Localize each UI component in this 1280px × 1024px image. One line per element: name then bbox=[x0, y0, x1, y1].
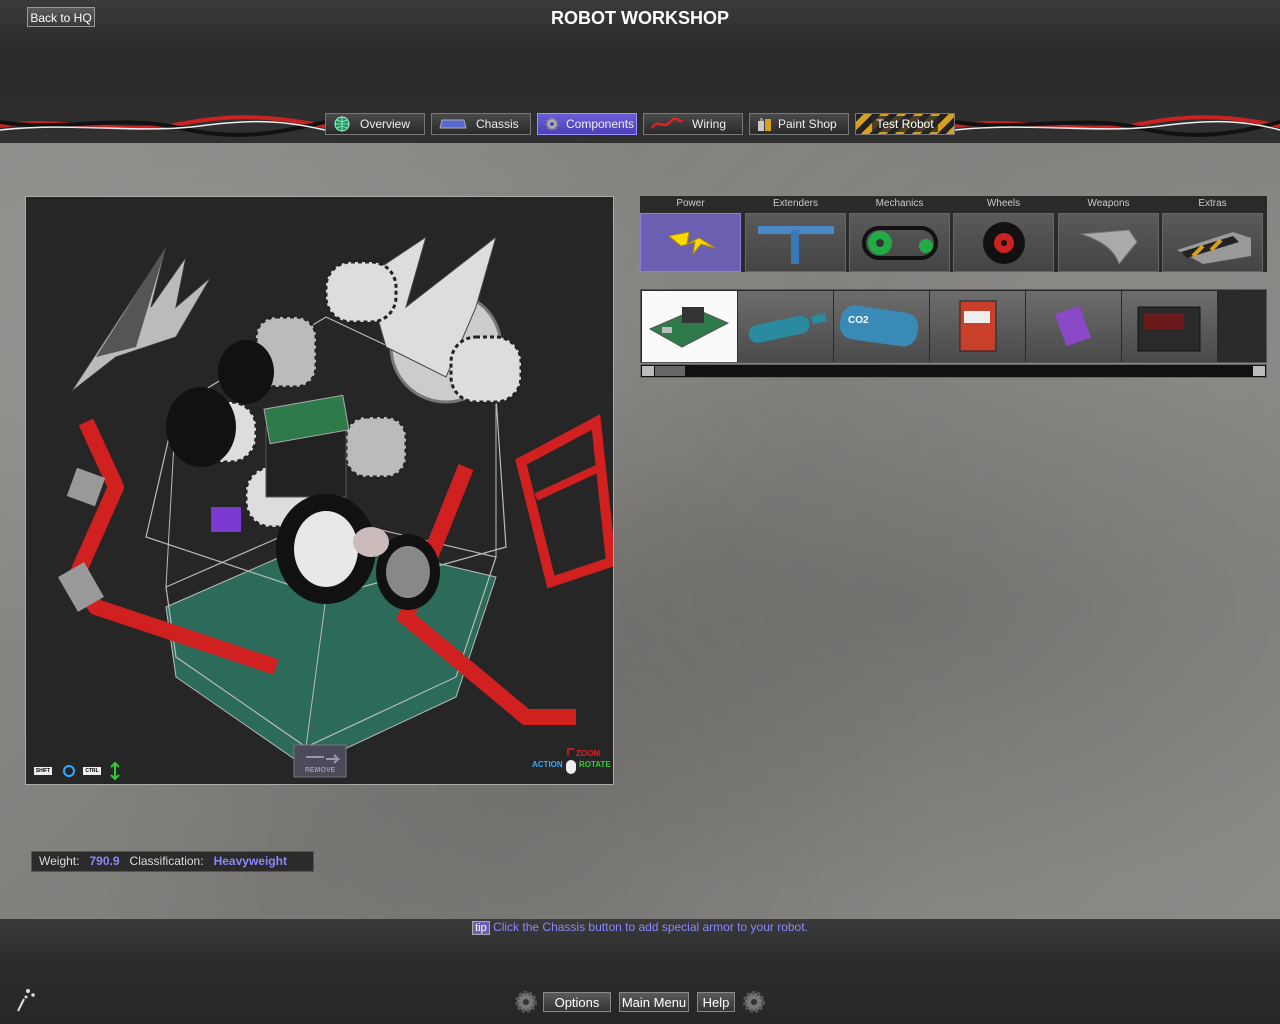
tip-text: Click the Chassis button to add special … bbox=[493, 920, 808, 934]
chain-drive-icon bbox=[862, 226, 938, 260]
tab-label: Paint Shop bbox=[778, 117, 837, 131]
part-battery-pack[interactable] bbox=[1026, 291, 1121, 362]
part-battery-red[interactable] bbox=[930, 291, 1025, 362]
globe-icon bbox=[334, 116, 350, 132]
part-circuit-board[interactable] bbox=[642, 291, 737, 362]
category-label: Mechanics bbox=[875, 198, 924, 209]
parts-list: CO2 bbox=[640, 289, 1267, 363]
tab-label: Test Robot bbox=[872, 116, 938, 132]
tab-paint-shop[interactable]: Paint Shop bbox=[749, 113, 849, 135]
rotate-hint: ROTATE bbox=[579, 760, 611, 769]
component-categories: Power Extenders Mechanics Wheels Weapons… bbox=[640, 196, 1267, 272]
circuit-board-icon bbox=[648, 307, 730, 348]
tab-label: Chassis bbox=[476, 117, 519, 131]
help-button[interactable]: Help bbox=[697, 992, 735, 1012]
co2-cylinder-icon bbox=[748, 313, 827, 343]
classification-value: Heavyweight bbox=[213, 854, 287, 868]
category-label: Power bbox=[676, 198, 705, 209]
tip-badge: tip bbox=[472, 921, 490, 935]
category-extras[interactable]: Extras bbox=[1162, 196, 1263, 272]
category-wheels[interactable]: Wheels bbox=[953, 196, 1054, 272]
loading-spinner-icon bbox=[17, 989, 35, 1012]
tip-bar: tip Click the Chassis button to add spec… bbox=[0, 920, 1280, 935]
gear-icon bbox=[743, 991, 765, 1013]
battery-red-icon bbox=[959, 300, 997, 352]
category-label: Extras bbox=[1198, 198, 1227, 209]
tab-label: Components bbox=[566, 117, 635, 131]
category-label: Weapons bbox=[1087, 198, 1130, 209]
zoom-hint: ZOOM bbox=[576, 749, 600, 758]
action-hint: ACTION bbox=[532, 760, 563, 769]
tab-components[interactable]: Components bbox=[537, 113, 637, 135]
tab-wiring[interactable]: Wiring bbox=[643, 113, 743, 135]
category-power[interactable]: Power bbox=[640, 196, 741, 272]
robot-3d-viewport[interactable]: SHIFT CTRL REMOVE ZOOM ACTION ROTATE bbox=[25, 196, 614, 785]
category-label: Wheels bbox=[986, 198, 1021, 209]
t-bar-icon bbox=[758, 226, 834, 264]
tab-overview[interactable]: Overview bbox=[325, 113, 425, 135]
weight-status: Weight: 790.9 Classification: Heavyweigh… bbox=[31, 851, 314, 872]
ctrl-key-hint: CTRL bbox=[85, 768, 99, 774]
part-co2-cylinder[interactable] bbox=[738, 291, 833, 362]
scroll-left-arrow[interactable] bbox=[642, 366, 654, 376]
category-weapons[interactable]: Weapons bbox=[1058, 196, 1159, 272]
wheel-icon bbox=[983, 222, 1025, 264]
battery-pack-icon bbox=[1054, 305, 1092, 347]
workshop-tabs: Overview Chassis Components Wiring Paint… bbox=[325, 113, 955, 137]
wire-icon bbox=[650, 117, 684, 129]
bottom-menu: Options Main Menu Help bbox=[513, 989, 767, 1015]
parts-scrollbar[interactable] bbox=[640, 364, 1267, 378]
chassis-plate-icon bbox=[439, 119, 467, 129]
battery-black-icon bbox=[1137, 306, 1201, 352]
tab-label: Overview bbox=[360, 117, 411, 131]
options-button[interactable]: Options bbox=[543, 992, 611, 1012]
gear-icon bbox=[515, 991, 537, 1013]
category-extenders[interactable]: Extenders bbox=[745, 196, 846, 272]
classification-label: Classification: bbox=[129, 854, 204, 868]
gear-icon bbox=[545, 117, 559, 131]
tab-label: Wiring bbox=[692, 117, 727, 131]
robot-model bbox=[34, 235, 613, 781]
category-label: Extenders bbox=[772, 198, 819, 209]
co2-label: CO2 bbox=[848, 315, 869, 326]
blade-icon bbox=[1080, 229, 1138, 266]
tab-chassis[interactable]: Chassis bbox=[431, 113, 531, 135]
part-battery-black[interactable] bbox=[1122, 291, 1217, 362]
part-co2-tank[interactable]: CO2 bbox=[834, 291, 929, 362]
wedge-icon bbox=[1177, 232, 1251, 264]
weight-value: 790.9 bbox=[89, 854, 120, 868]
weight-label: Weight: bbox=[39, 854, 80, 868]
scroll-right-arrow[interactable] bbox=[1253, 366, 1265, 376]
tab-test-robot[interactable]: Test Robot bbox=[855, 113, 955, 135]
co2-tank-icon bbox=[839, 305, 919, 347]
page-title: ROBOT WORKSHOP bbox=[551, 8, 729, 28]
lightning-icon bbox=[667, 231, 716, 256]
shift-key-hint: SHIFT bbox=[35, 768, 51, 774]
paint-can-icon bbox=[758, 118, 771, 131]
main-menu-button[interactable]: Main Menu bbox=[619, 992, 689, 1012]
remove-label: REMOVE bbox=[304, 767, 336, 774]
scroll-thumb[interactable] bbox=[655, 366, 685, 376]
category-mechanics[interactable]: Mechanics bbox=[849, 196, 950, 272]
